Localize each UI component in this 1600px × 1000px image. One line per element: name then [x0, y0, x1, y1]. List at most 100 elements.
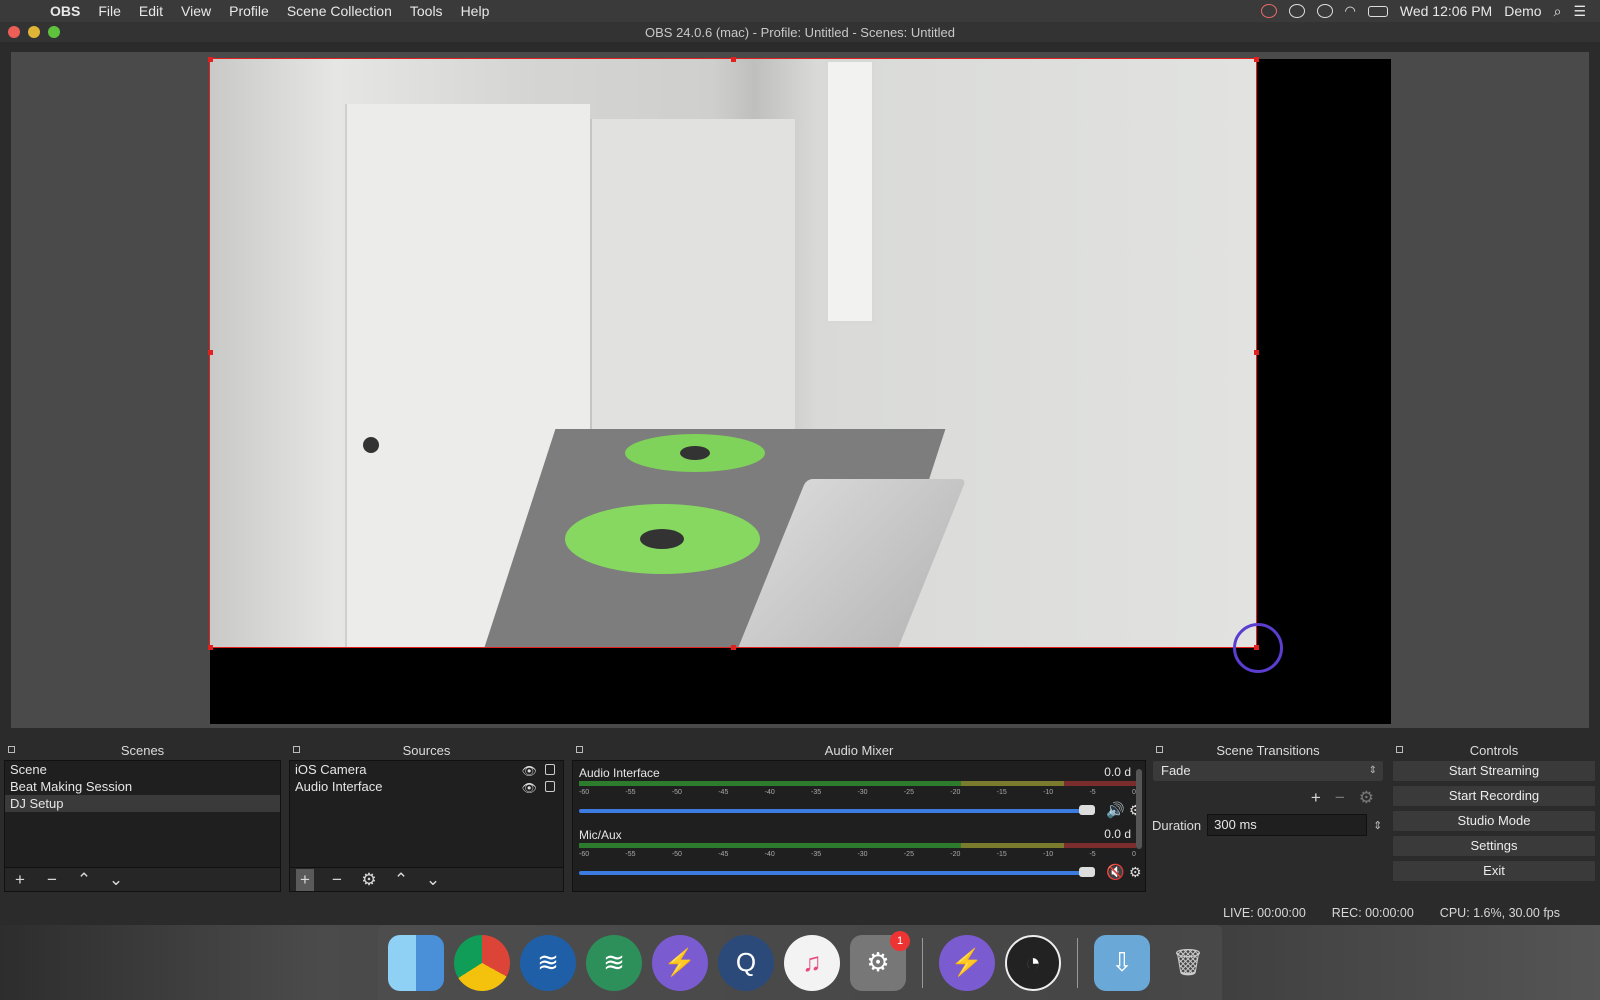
- status-record-icon[interactable]: [1260, 4, 1277, 18]
- resize-handle[interactable]: [731, 57, 736, 62]
- docks: Scenes Scene Beat Making Session DJ Setu…: [0, 740, 1600, 902]
- duration-stepper-icon[interactable]: ⇕: [1373, 819, 1382, 832]
- channel-db: 0.0 d: [1104, 827, 1131, 841]
- resize-handle[interactable]: [1254, 57, 1259, 62]
- notification-center-icon[interactable]: ☰: [1573, 3, 1586, 20]
- lock-icon[interactable]: [545, 781, 555, 792]
- transition-select[interactable]: Fade ⇕: [1152, 760, 1384, 782]
- close-window-button[interactable]: [8, 26, 20, 38]
- audio-mixer-title: Audio Mixer: [824, 742, 894, 758]
- menu-user[interactable]: Demo: [1504, 3, 1541, 19]
- move-scene-down-button[interactable]: ⌄: [107, 869, 125, 891]
- channel-gear-icon[interactable]: ⚙: [1129, 864, 1142, 881]
- select-arrows-icon: ⇕: [1368, 765, 1377, 776]
- quicktime-icon[interactable]: Q: [718, 934, 774, 991]
- remove-scene-button[interactable]: −: [43, 869, 61, 891]
- source-item[interactable]: Audio Interface 👁: [290, 778, 563, 795]
- volume-slider-knob[interactable]: [1079, 805, 1095, 815]
- muted-speaker-icon[interactable]: 🔇: [1106, 863, 1125, 881]
- move-scene-up-button[interactable]: ⌃: [75, 869, 93, 891]
- duration-field[interactable]: 300 ms: [1207, 814, 1368, 836]
- menu-tools[interactable]: Tools: [410, 3, 443, 19]
- trash-icon[interactable]: 🗑: [1160, 935, 1216, 991]
- live-timer: LIVE: 00:00:00: [1223, 906, 1306, 920]
- remove-source-button[interactable]: −: [328, 869, 346, 891]
- scenes-panel: Scenes Scene Beat Making Session DJ Setu…: [4, 740, 281, 892]
- meter-ticks: -60 -55 -50 -45 -40 -35 -30 -25 -20 -15 -10 -5 0: [579, 789, 1136, 796]
- obs-icon[interactable]: ◔: [1005, 934, 1061, 991]
- menu-help[interactable]: Help: [461, 3, 490, 19]
- move-source-down-button[interactable]: ⌄: [424, 869, 442, 891]
- menu-file[interactable]: File: [98, 3, 121, 19]
- zoom-window-button[interactable]: [48, 26, 60, 38]
- mixer-channels: Audio Interface 0.0 d -60 -55 -50 -45 -40 -35…: [572, 760, 1146, 892]
- minimize-window-button[interactable]: [28, 26, 40, 38]
- scene-item[interactable]: Scene: [5, 761, 280, 778]
- sources-list[interactable]: iOS Camera 👁 Audio Interface 👁: [289, 760, 564, 868]
- undock-icon[interactable]: [1156, 746, 1163, 753]
- finder-icon[interactable]: [388, 934, 444, 991]
- menu-view[interactable]: View: [181, 3, 211, 19]
- volume-slider[interactable]: [579, 809, 1089, 813]
- settings-button[interactable]: Settings: [1392, 835, 1596, 857]
- transition-properties-gear-icon[interactable]: ⚙: [1359, 788, 1374, 808]
- downloads-folder-icon[interactable]: ⇩: [1094, 934, 1150, 991]
- source-properties-gear-icon[interactable]: ⚙: [360, 869, 378, 891]
- mixer-scrollbar[interactable]: [1136, 769, 1142, 849]
- volume-slider[interactable]: [579, 871, 1089, 875]
- music-icon[interactable]: ♫: [784, 934, 840, 991]
- undock-icon[interactable]: [576, 746, 583, 753]
- transitions-title: Scene Transitions: [1216, 742, 1320, 758]
- battery-icon[interactable]: [1367, 5, 1388, 17]
- add-transition-button[interactable]: +: [1311, 788, 1321, 808]
- resize-handle[interactable]: [208, 57, 213, 62]
- scene-item[interactable]: Beat Making Session: [5, 778, 280, 795]
- scene-item[interactable]: DJ Setup: [5, 795, 280, 812]
- menu-app-name[interactable]: OBS: [50, 3, 80, 19]
- volume-slider-knob[interactable]: [1079, 867, 1095, 877]
- controls-title: Controls: [1469, 742, 1519, 758]
- audio-app-icon[interactable]: ≋: [520, 934, 576, 991]
- audio-app-green-icon[interactable]: ≋: [586, 934, 642, 991]
- source-label: Audio Interface: [295, 779, 383, 794]
- speaker-icon[interactable]: 🔊: [1106, 801, 1125, 819]
- remove-transition-button[interactable]: −: [1335, 788, 1345, 808]
- resize-handle[interactable]: [731, 645, 736, 650]
- duration-label: Duration: [1152, 817, 1202, 833]
- menu-profile[interactable]: Profile: [229, 3, 269, 19]
- resize-handle[interactable]: [1254, 350, 1259, 355]
- undock-icon[interactable]: [8, 746, 15, 753]
- macos-dock: ≋ ≋ ⚡ Q ♫ ⚙ 1 ⚡ ◔ ⇩ 🗑: [378, 925, 1222, 1000]
- system-preferences-icon[interactable]: ⚙ 1: [850, 930, 910, 991]
- volume-meter: [579, 781, 1136, 786]
- undock-icon[interactable]: [293, 746, 300, 753]
- mixer-channel: Audio Interface 0.0 d -60 -55 -50 -45 -40 -35…: [579, 765, 1142, 827]
- studio-mode-button[interactable]: Studio Mode: [1392, 810, 1596, 832]
- add-scene-button[interactable]: +: [11, 869, 29, 891]
- add-source-button[interactable]: +: [296, 868, 314, 891]
- scenes-list[interactable]: Scene Beat Making Session DJ Setup: [4, 760, 281, 868]
- wifi-icon[interactable]: ◠: [1345, 3, 1356, 19]
- menu-scene-collection[interactable]: Scene Collection: [287, 3, 392, 19]
- lightning-app-icon[interactable]: ⚡: [939, 934, 995, 991]
- resize-handle[interactable]: [208, 645, 213, 650]
- menu-edit[interactable]: Edit: [139, 3, 163, 19]
- menu-clock[interactable]: Wed 12:06 PM: [1400, 3, 1492, 19]
- obs-status-icon[interactable]: [1288, 4, 1305, 18]
- move-source-up-button[interactable]: ⌃: [392, 869, 410, 891]
- lightning-app-icon[interactable]: ⚡: [652, 934, 708, 991]
- visibility-eye-icon[interactable]: 👁: [522, 780, 537, 797]
- exit-button[interactable]: Exit: [1392, 860, 1596, 882]
- lock-icon[interactable]: [545, 764, 555, 775]
- creative-cloud-icon[interactable]: [1316, 4, 1333, 18]
- spotlight-search-icon[interactable]: ⌕: [1554, 3, 1562, 20]
- chrome-icon[interactable]: [454, 934, 510, 991]
- undock-icon[interactable]: [1396, 746, 1403, 753]
- start-recording-button[interactable]: Start Recording: [1392, 785, 1596, 807]
- scene-transitions-panel: Scene Transitions Fade ⇕ + − ⚙ Duration 3…: [1152, 740, 1384, 892]
- ios-camera-preview[interactable]: [209, 58, 1257, 648]
- meter-ticks: -60 -55 -50 -45 -40 -35 -30 -25 -20 -15 -10 -5 0: [579, 851, 1136, 858]
- resize-handle[interactable]: [208, 350, 213, 355]
- source-item[interactable]: iOS Camera 👁: [290, 761, 563, 778]
- start-streaming-button[interactable]: Start Streaming: [1392, 760, 1596, 782]
